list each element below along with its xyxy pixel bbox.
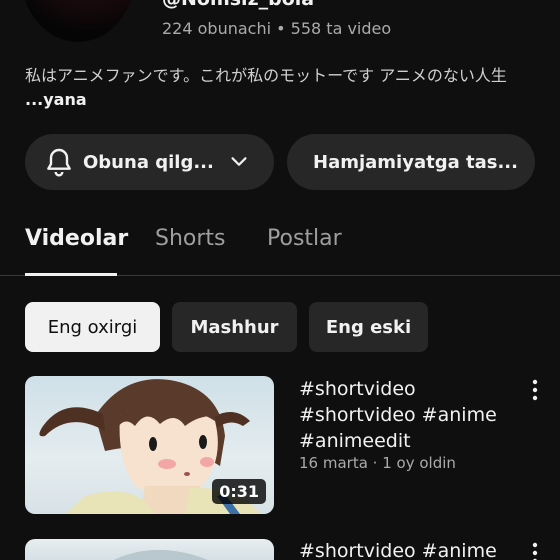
stats-separator: • bbox=[276, 19, 286, 38]
more-link[interactable]: ...yana bbox=[25, 90, 87, 109]
tab-postlar[interactable]: Postlar bbox=[267, 226, 342, 251]
filter-chip-oldest[interactable]: Eng eski bbox=[309, 302, 428, 352]
channel-tabs: Videolar Shorts Postlar bbox=[0, 210, 560, 276]
chevron-down-icon[interactable] bbox=[228, 151, 250, 173]
filter-chip-popular[interactable]: Mashhur bbox=[172, 302, 297, 352]
community-label: Hamjamiyatga tas... bbox=[313, 151, 518, 173]
tab-shorts[interactable]: Shorts bbox=[155, 226, 226, 251]
video-meta: 16 marta · 1 oy oldin bbox=[299, 454, 456, 472]
video-count: 558 ta video bbox=[290, 19, 392, 38]
description-text: 私はアニメファンです。これが私のモットーです アニメのない人生 bbox=[25, 66, 507, 85]
thumbnail-artwork bbox=[113, 549, 208, 560]
video-views: 16 marta bbox=[299, 454, 368, 472]
video-duration: 0:31 bbox=[212, 479, 266, 504]
tab-videolar[interactable]: Videolar bbox=[25, 226, 128, 251]
video-title[interactable]: #shortvideo #shortvideo #anime #animeedi… bbox=[299, 376, 519, 454]
subscribe-label: Obuna qilg... bbox=[83, 151, 214, 173]
more-vert-icon[interactable] bbox=[526, 379, 544, 401]
channel-avatar[interactable] bbox=[20, 0, 136, 42]
video-age: 1 oy oldin bbox=[382, 454, 456, 472]
subscriber-count: 224 obunachi bbox=[162, 19, 272, 38]
channel-description[interactable]: 私はアニメファンです。これが私のモットーです アニメのない人生 ...yana bbox=[25, 64, 540, 112]
active-tab-indicator bbox=[25, 273, 117, 276]
filter-chip-latest[interactable]: Eng oxirgi bbox=[25, 302, 160, 352]
more-vert-icon[interactable] bbox=[526, 542, 544, 560]
subscribe-button[interactable]: Obuna qilg... bbox=[25, 134, 274, 190]
channel-stats: 224 obunachi • 558 ta video bbox=[162, 19, 391, 38]
video-thumbnail[interactable] bbox=[25, 539, 274, 560]
video-title[interactable]: #shortvideo #anime bbox=[299, 538, 497, 560]
channel-handle: @Nomsiz_bola bbox=[162, 0, 314, 10]
community-button[interactable]: Hamjamiyatga tas... bbox=[287, 134, 535, 190]
bell-icon bbox=[47, 148, 71, 177]
video-thumbnail[interactable]: 0:31 bbox=[25, 376, 274, 514]
